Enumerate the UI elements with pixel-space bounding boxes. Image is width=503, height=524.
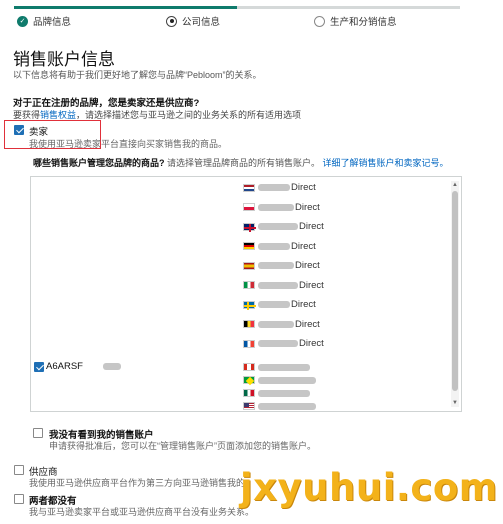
marketplace-suffix: Direct xyxy=(299,221,324,232)
br-flag-icon xyxy=(243,376,255,384)
de-flag-icon xyxy=(243,242,255,250)
ca-flag-icon xyxy=(243,363,255,371)
step-label: 品牌信息 xyxy=(33,17,72,28)
marketplace-row: Direct xyxy=(243,338,324,349)
marketplace-row: Direct xyxy=(243,260,320,271)
account-not-found-checkbox[interactable] xyxy=(33,428,43,438)
seller-option-label: 卖家 xyxy=(29,127,49,138)
scroll-down-icon[interactable]: ▼ xyxy=(452,400,458,406)
mx-flag-icon xyxy=(243,389,255,397)
step-production-distribution[interactable]: 生产和分销信息 xyxy=(314,14,397,28)
step-company-info[interactable]: 公司信息 xyxy=(166,14,220,28)
account-list-scrollbar[interactable]: ▲ ▼ xyxy=(451,181,459,407)
accounts-question-bold: 哪些销售账户管理您品牌的商品? xyxy=(33,158,165,168)
marketplace-suffix: Direct xyxy=(295,318,320,330)
marketplace-suffix: Direct xyxy=(291,299,316,310)
check-circle-icon: ✓ xyxy=(17,15,28,27)
account-not-found-desc: 申请获得批准后，您可以在“管理销售账户”页面添加您的销售账户。 xyxy=(49,441,316,451)
accounts-question: 哪些销售账户管理您品牌的商品? 请选择管理品牌商品的所有销售账户。 详细了解销售… xyxy=(33,156,449,169)
be-flag-icon xyxy=(243,320,255,328)
vendor-checkbox[interactable] xyxy=(14,465,24,475)
vendor-option-desc: 我使用亚马逊供应商平台作为第三方向亚马逊销售我的 xyxy=(29,478,246,488)
scroll-thumb[interactable] xyxy=(452,191,458,391)
step-label: 生产和分销信息 xyxy=(330,17,397,28)
seller-account-checkbox[interactable] xyxy=(34,362,44,372)
redacted-account-name xyxy=(258,376,316,384)
page-subtitle: 以下信息将有助于我们更好地了解您与品牌“Pebloom”的关系。 xyxy=(13,70,262,80)
marketplace-row: Direct xyxy=(243,241,316,252)
step-brand-info[interactable]: ✓ 品牌信息 xyxy=(17,14,71,28)
redacted-account-name xyxy=(258,262,294,269)
marketplace-row: Direct xyxy=(243,202,320,213)
marketplace-row: Direct xyxy=(243,299,316,310)
seller-account-id: A6ARSF xyxy=(46,361,83,372)
redacted-account-name xyxy=(258,320,294,328)
redacted-account-name xyxy=(258,389,310,397)
pl-flag-icon xyxy=(243,203,255,211)
step-label: 公司信息 xyxy=(182,17,221,28)
sales-rights-link[interactable]: 销售权益 xyxy=(40,110,76,120)
scroll-up-icon[interactable]: ▲ xyxy=(452,182,458,188)
gb-flag-icon xyxy=(243,222,256,232)
redacted-account-name xyxy=(258,363,310,371)
fr-flag-icon xyxy=(243,339,255,348)
site-watermark: jxyuhui.com xyxy=(240,466,498,509)
hint-prefix: 要获得 xyxy=(13,110,41,120)
es-flag-icon xyxy=(243,261,255,270)
seller-marketplace-row xyxy=(243,363,311,371)
marketplace-row: Direct xyxy=(243,319,320,330)
it-flag-icon xyxy=(243,281,255,289)
page-title: 销售账户信息 xyxy=(13,50,115,69)
marketplace-suffix: Direct xyxy=(295,201,320,213)
progress-bar xyxy=(14,6,460,9)
radio-empty-icon xyxy=(314,15,325,27)
sales-account-list[interactable]: Direct Direct Direct Direct Direct Direct Dire… xyxy=(30,176,462,412)
accounts-learn-more-link[interactable]: 详细了解销售账户和卖家记号。 xyxy=(323,158,449,168)
neither-option-desc: 我与亚马逊卖家平台或亚马逊供应商平台没有业务关系。 xyxy=(29,507,255,517)
seller-checkbox[interactable] xyxy=(14,125,24,135)
redacted-account-name xyxy=(258,184,290,191)
marketplace-row: Direct xyxy=(243,221,324,232)
redacted-account-name xyxy=(258,340,298,347)
redacted-account-name xyxy=(258,402,316,410)
seller-option-desc: 我使用亚马逊卖家平台直接向买家销售我的商品。 xyxy=(29,139,228,149)
redacted-account-name xyxy=(258,223,298,230)
us-flag-icon xyxy=(243,402,255,410)
marketplace-row: Direct xyxy=(243,182,316,193)
marketplace-suffix: Direct xyxy=(299,338,324,349)
marketplace-row: Direct xyxy=(243,280,324,291)
marketplace-suffix: Direct xyxy=(291,182,316,193)
neither-checkbox[interactable] xyxy=(14,494,24,504)
seller-marketplace-row xyxy=(243,389,311,397)
hint-suffix: ，请选择描述您与亚马逊之间的业务关系的所有适用选项 xyxy=(76,110,302,120)
marketplace-suffix: Direct xyxy=(299,279,324,291)
se-flag-icon xyxy=(243,300,256,310)
redacted-account-name xyxy=(258,281,298,289)
accounts-question-hint: 请选择管理品牌商品的所有销售账户。 xyxy=(167,158,321,168)
redacted-account-name xyxy=(258,203,294,211)
marketplace-suffix: Direct xyxy=(291,240,316,252)
nl-flag-icon xyxy=(243,183,255,192)
redacted-account-name xyxy=(258,242,290,250)
seller-marketplace-row xyxy=(243,402,317,410)
seller-marketplace-row xyxy=(243,376,317,384)
radio-current-icon xyxy=(166,15,177,27)
seller-account-id-redacted xyxy=(103,363,121,370)
marketplace-suffix: Direct xyxy=(295,260,320,271)
progress-fill xyxy=(14,6,237,9)
redacted-account-name xyxy=(258,301,290,308)
seller-vendor-question: 对于正在注册的品牌，您是卖家还是供应商? xyxy=(13,98,200,109)
